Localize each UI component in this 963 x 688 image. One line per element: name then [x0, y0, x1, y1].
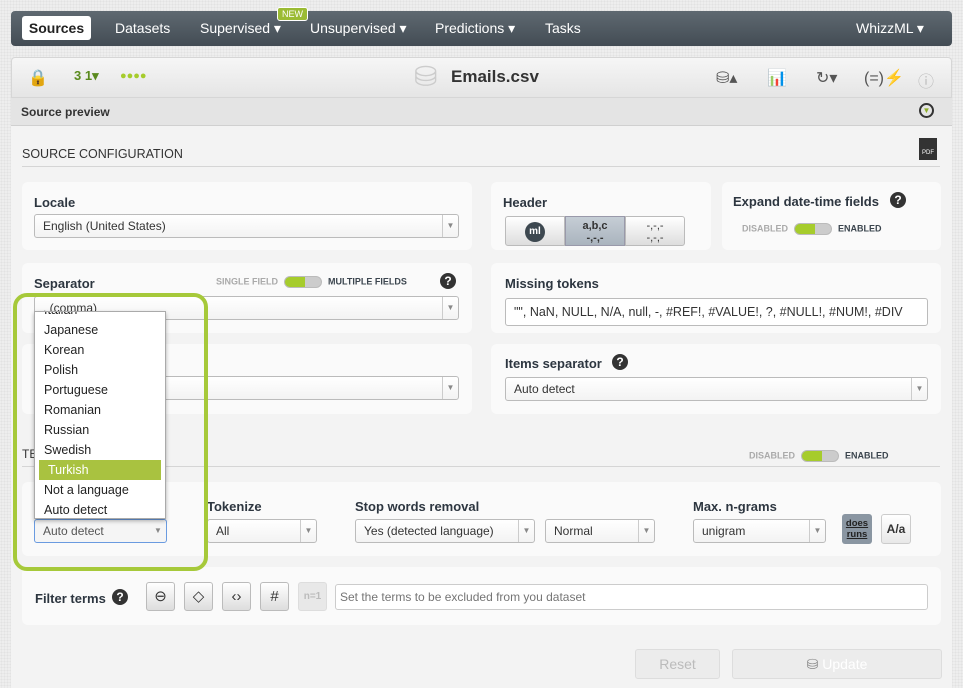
nav-datasets[interactable]: Datasets: [115, 20, 170, 36]
case-sensitive-button[interactable]: A/a: [881, 514, 911, 544]
ngrams-select[interactable]: unigram ▼: [693, 519, 826, 543]
language-option[interactable]: Portuguese: [35, 380, 165, 400]
formula-icon[interactable]: (=)⚡: [864, 68, 904, 88]
database-search-icon: ⛁: [806, 656, 823, 672]
chart-config-icon[interactable]: 📊: [767, 68, 787, 88]
update-button[interactable]: ⛁ Update: [732, 649, 942, 679]
language-option[interactable]: Auto detect: [35, 500, 165, 518]
filter-terms-input[interactable]: [335, 584, 928, 610]
filter-terms-card: Filter terms ? ⊖ ◇ ‹› # n=1: [22, 567, 941, 625]
section-title: SOURCE CONFIGURATION: [22, 147, 183, 161]
stop-words-select[interactable]: Yes (detected language) ▼: [355, 519, 535, 543]
locale-select[interactable]: English (United States) ▼: [34, 214, 459, 238]
filter-html-icon[interactable]: ‹›: [222, 582, 251, 611]
source-type-icon[interactable]: 3 1▾: [74, 68, 99, 84]
text-analysis-toggle[interactable]: DISABLED ENABLED: [749, 450, 889, 462]
ngrams-label: Max. n-grams: [693, 499, 777, 514]
resource-toolbar: 🔒 3 1▾ ●●●● ⛁ Emails.csv ⛁▴ 📊 ↻▾ (=)⚡ ⓘ: [11, 57, 952, 98]
language-option[interactable]: Japanese: [35, 320, 165, 340]
header-option-no[interactable]: -,-,- -,-,-: [625, 216, 685, 246]
filter-single-token-button[interactable]: n=1: [298, 582, 327, 611]
progress-dots-icon: ●●●●: [120, 70, 147, 82]
expand-label: Expand date-time fields: [733, 194, 879, 209]
missing-tokens-card: Missing tokens "", NaN, NULL, N/A, null,…: [491, 263, 941, 333]
source-preview-label: Source preview: [21, 105, 110, 119]
lock-icon[interactable]: 🔒: [28, 68, 48, 88]
info-icon[interactable]: ⓘ: [918, 68, 934, 92]
help-icon[interactable]: ?: [112, 589, 128, 605]
nav-unsupervised[interactable]: Unsupervised ▾: [310, 20, 407, 37]
expand-toggle[interactable]: DISABLED ENABLED: [742, 223, 882, 235]
tokenize-label: Tokenize: [207, 499, 262, 514]
separator-toggle[interactable]: SINGLE FIELD MULTIPLE FIELDS: [216, 276, 407, 288]
locale-card: Locale English (United States) ▼: [22, 182, 472, 250]
header-label: Header: [503, 195, 548, 210]
missing-tokens-input[interactable]: "", NaN, NULL, N/A, null, -, #REF!, #VAL…: [505, 298, 928, 326]
source-preview-bar[interactable]: Source preview ▼: [11, 98, 952, 126]
nav-predictions[interactable]: Predictions ▾: [435, 20, 515, 37]
refresh-icon[interactable]: ↻▾: [816, 68, 837, 88]
reset-button[interactable]: Reset: [635, 649, 720, 679]
stop-words-label: Stop words removal: [355, 499, 480, 514]
language-option[interactable]: Russian: [35, 420, 165, 440]
filter-terms-label: Filter terms: [35, 591, 106, 606]
locale-label: Locale: [34, 195, 76, 210]
database-icon: ⛁: [414, 61, 438, 92]
header-option-yes[interactable]: a,b,c -,-,-: [565, 216, 625, 246]
items-separator-label: Items separator: [505, 356, 602, 371]
help-icon[interactable]: ?: [890, 192, 906, 208]
help-icon[interactable]: ?: [612, 354, 628, 370]
language-option[interactable]: Not a language: [35, 480, 165, 500]
items-separator-select[interactable]: Auto detect ▼: [505, 377, 928, 401]
collapse-icon[interactable]: ▼: [919, 103, 934, 118]
pdf-icon[interactable]: PDF: [919, 138, 937, 160]
header-option-auto[interactable]: ml: [505, 216, 565, 246]
nav-tasks[interactable]: Tasks: [545, 20, 581, 36]
dataset-config-icon[interactable]: ⛁▴: [716, 68, 737, 88]
items-separator-card: Items separator ? Auto detect ▼: [491, 344, 941, 414]
language-option[interactable]: Korean: [35, 340, 165, 360]
expand-datetime-card: Expand date-time fields ? DISABLED ENABLE…: [722, 182, 941, 250]
missing-tokens-label: Missing tokens: [505, 276, 599, 291]
stemming-button[interactable]: does runs: [842, 514, 872, 544]
filter-unknown-icon[interactable]: ◇: [184, 582, 213, 611]
source-title: Emails.csv: [451, 67, 539, 86]
filter-non-dictionary-icon[interactable]: ⊖: [146, 582, 175, 611]
header-card: Header ml a,b,c -,-,- -,-,- -,-,-: [491, 182, 711, 250]
language-option[interactable]: Polish: [35, 360, 165, 380]
nav-sources[interactable]: Sources: [22, 16, 91, 40]
stop-words-level-select[interactable]: Normal ▼: [545, 519, 655, 543]
nav-whizzml[interactable]: WhizzML ▾: [856, 20, 924, 37]
nav-supervised[interactable]: Supervised ▾: [200, 20, 281, 37]
filter-numeric-icon[interactable]: #: [260, 582, 289, 611]
language-option[interactable]: Romanian: [35, 400, 165, 420]
help-icon[interactable]: ?: [440, 273, 456, 289]
new-badge: NEW: [277, 7, 308, 21]
divider: [22, 166, 940, 167]
language-select[interactable]: Auto detect ▼: [34, 519, 167, 543]
language-option[interactable]: Swedish: [35, 440, 165, 460]
separator-label: Separator: [34, 276, 95, 291]
language-option[interactable]: Italian: [35, 312, 165, 320]
top-nav: Sources Datasets Supervised ▾ NEW Unsupe…: [11, 7, 952, 46]
language-dropdown-list: Italian Japanese Korean Polish Portugues…: [34, 311, 166, 519]
language-option-selected[interactable]: Turkish: [39, 460, 161, 480]
tokenize-select[interactable]: All ▼: [207, 519, 317, 543]
